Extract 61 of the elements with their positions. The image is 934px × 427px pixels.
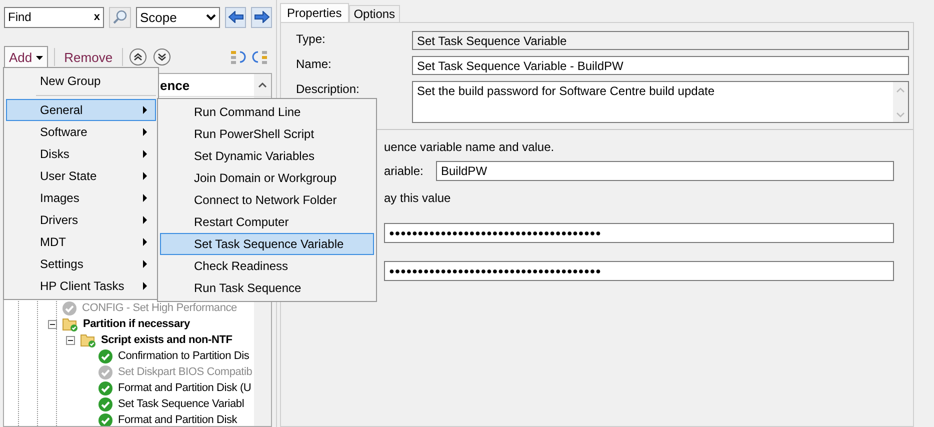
- menu-item[interactable]: Images: [6, 187, 156, 209]
- caret-icon: [36, 56, 44, 60]
- field-label: Name:: [296, 56, 332, 71]
- tree-item[interactable]: Script exists and non-NTF: [101, 334, 232, 346]
- name-field[interactable]: Set Task Sequence Variable - BuildPW: [412, 56, 909, 75]
- tree-item[interactable]: Set Task Sequence Variabl: [118, 398, 244, 410]
- folder-icon: [80, 332, 96, 348]
- tab[interactable]: Options: [348, 5, 400, 22]
- arrow-right-icon: [254, 11, 270, 23]
- forward-button[interactable]: [251, 6, 272, 28]
- column-header[interactable]: ence: [160, 78, 190, 92]
- menu-item[interactable]: Set Dynamic Variables: [160, 145, 374, 167]
- tree-item[interactable]: Confirmation to Partition Dis: [118, 350, 250, 362]
- move-up-icon[interactable]: [128, 48, 147, 66]
- menu-item[interactable]: General: [6, 99, 156, 121]
- menu-item[interactable]: Disks: [6, 143, 156, 165]
- menu-item[interactable]: MDT: [6, 231, 156, 253]
- menu-item[interactable]: HP Client Tasks: [6, 275, 156, 297]
- list-sync-icon[interactable]: [252, 49, 268, 65]
- arrow-left-icon: [228, 11, 244, 23]
- menu-item[interactable]: Run Task Sequence: [160, 277, 374, 299]
- search-icon: [112, 9, 128, 25]
- menu-item[interactable]: Set Task Sequence Variable: [160, 233, 374, 255]
- collapse-icon[interactable]: [66, 336, 75, 344]
- back-button[interactable]: [225, 6, 246, 28]
- add-button[interactable]: Add: [4, 46, 48, 68]
- tree-item[interactable]: Format and Partition Disk: [118, 414, 238, 426]
- move-down-icon[interactable]: [152, 48, 171, 66]
- menu-item[interactable]: Settings: [6, 253, 156, 275]
- variable-field[interactable]: BuildPW: [436, 161, 894, 181]
- field-label: Type:: [296, 31, 326, 46]
- field-label: ariable:: [384, 164, 424, 178]
- search-button[interactable]: [109, 6, 131, 28]
- remove-button[interactable]: Remove: [61, 48, 116, 66]
- menu-item[interactable]: Restart Computer: [160, 211, 374, 233]
- scroll-up-icon[interactable]: [258, 82, 267, 88]
- tab[interactable]: Properties: [280, 3, 349, 22]
- search-field[interactable]: Find x: [4, 6, 104, 28]
- confirm-password-field[interactable]: ●●●●●●●●●●●●●●●●●●●●●●●●●●●●●●●●●●●●●: [384, 261, 894, 281]
- menu-item[interactable]: Run Command Line: [160, 101, 374, 123]
- type-field: Set Task Sequence Variable: [412, 31, 909, 50]
- list-refresh-icon[interactable]: [230, 49, 246, 65]
- password-field[interactable]: ●●●●●●●●●●●●●●●●●●●●●●●●●●●●●●●●●●●●●: [384, 223, 894, 243]
- clear-button[interactable]: x: [94, 11, 100, 23]
- folder-icon: [62, 316, 78, 332]
- tree-item[interactable]: Format and Partition Disk (U: [118, 382, 252, 394]
- scope-dropdown[interactable]: Scope: [136, 6, 220, 28]
- instruction-text: uence variable name and value.: [384, 140, 556, 154]
- tree-item[interactable]: Partition if necessary: [83, 318, 190, 330]
- collapse-icon[interactable]: [48, 320, 57, 328]
- menu-item[interactable]: New Group: [6, 70, 156, 92]
- menu-item[interactable]: Drivers: [6, 209, 156, 231]
- checkbox-label: ay this value: [384, 191, 452, 205]
- field-label: Description:: [296, 81, 360, 96]
- menu-item[interactable]: Run PowerShell Script: [160, 123, 374, 145]
- menu-item[interactable]: Check Readiness: [160, 255, 374, 277]
- menu-item[interactable]: Connect to Network Folder: [160, 189, 374, 211]
- menu-item[interactable]: Software: [6, 121, 156, 143]
- chevron-down-icon: [206, 14, 216, 20]
- menu-item[interactable]: Join Domain or Workgroup: [160, 167, 374, 189]
- menu-item[interactable]: User State: [6, 165, 156, 187]
